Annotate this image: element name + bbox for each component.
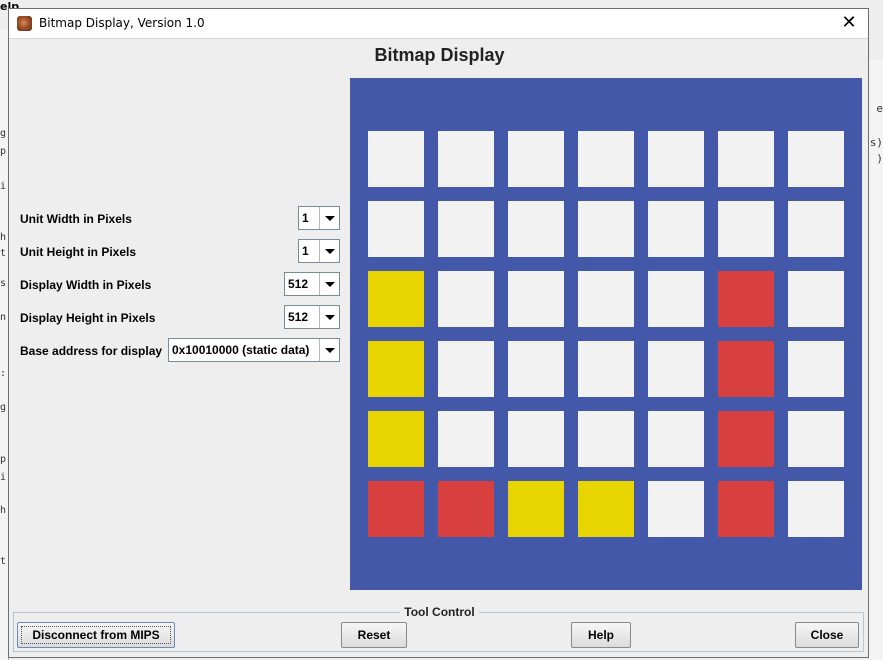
background-right-edge bbox=[869, 60, 883, 660]
bitmap-unit-white bbox=[788, 131, 844, 187]
display-height-select[interactable]: 512 bbox=[284, 305, 340, 329]
unit-width-value: 1 bbox=[302, 211, 309, 225]
base-address-value: 0x10010000 (static data) bbox=[172, 343, 310, 357]
base-address-label: Base address for display bbox=[20, 344, 163, 358]
bitmap-unit-red bbox=[718, 271, 774, 327]
bitmap-unit-red bbox=[438, 481, 494, 537]
bitmap-unit-white bbox=[508, 131, 564, 187]
bitmap-unit-white bbox=[438, 201, 494, 257]
bitmap-unit-white bbox=[788, 201, 844, 257]
bitmap-unit-yellow bbox=[578, 481, 634, 537]
chevron-down-icon[interactable] bbox=[319, 306, 339, 328]
background-glyph: h bbox=[0, 232, 7, 243]
title-bar[interactable]: Bitmap Display, Version 1.0 ✕ bbox=[9, 9, 868, 39]
app-icon bbox=[17, 16, 32, 31]
bitmap-unit-yellow bbox=[368, 271, 424, 327]
page-title: Bitmap Display bbox=[374, 45, 505, 65]
bitmap-unit-red bbox=[718, 341, 774, 397]
bitmap-unit-white bbox=[648, 271, 704, 327]
chevron-down-icon[interactable] bbox=[319, 339, 339, 361]
unit-height-label: Unit Height in Pixels bbox=[20, 245, 137, 259]
bitmap-unit-white bbox=[508, 201, 564, 257]
bitmap-unit-white bbox=[788, 271, 844, 327]
bitmap-unit-red bbox=[718, 411, 774, 467]
close-icon[interactable]: ✕ bbox=[836, 11, 862, 35]
background-glyph: p bbox=[0, 454, 7, 465]
unit-height-value: 1 bbox=[302, 244, 309, 258]
unit-width-select[interactable]: 1 bbox=[298, 206, 340, 230]
bitmap-unit-white bbox=[578, 271, 634, 327]
bitmap-unit-white bbox=[578, 411, 634, 467]
bitmap-unit-red bbox=[718, 481, 774, 537]
display-width-label: Display Width in Pixels bbox=[20, 278, 152, 292]
bitmap-unit-white bbox=[788, 481, 844, 537]
background-glyph: i bbox=[0, 181, 7, 192]
reset-button-label: Reset bbox=[357, 628, 391, 642]
bitmap-unit-white bbox=[648, 131, 704, 187]
display-width-value: 512 bbox=[288, 277, 309, 291]
help-button-label: Help bbox=[587, 628, 614, 642]
disconnect-button[interactable]: Disconnect from MIPS bbox=[17, 622, 175, 648]
bitmap-unit-white bbox=[578, 131, 634, 187]
bitmap-unit-yellow bbox=[368, 341, 424, 397]
bitmap-unit-yellow bbox=[508, 481, 564, 537]
tool-control-legend-wrap: Tool Control bbox=[9, 605, 870, 619]
bitmap-unit-white bbox=[508, 271, 564, 327]
bitmap-unit-white bbox=[508, 411, 564, 467]
help-button[interactable]: Help bbox=[571, 622, 631, 648]
bitmap-unit-red bbox=[368, 481, 424, 537]
unit-width-label: Unit Width in Pixels bbox=[20, 212, 132, 226]
unit-height-select[interactable]: 1 bbox=[298, 239, 340, 263]
focus-ring bbox=[21, 626, 171, 644]
bitmap-unit-white bbox=[368, 201, 424, 257]
bitmap-unit-white bbox=[788, 411, 844, 467]
close-button-label: Close bbox=[810, 628, 844, 642]
chevron-down-icon[interactable] bbox=[319, 207, 339, 229]
background-glyph: e bbox=[876, 102, 883, 115]
bitmap-unit-yellow bbox=[368, 411, 424, 467]
bitmap-unit-white bbox=[508, 341, 564, 397]
bitmap-unit-white bbox=[438, 341, 494, 397]
bitmap-unit-white bbox=[718, 131, 774, 187]
background-glyph: g bbox=[0, 402, 7, 413]
bitmap-unit-white bbox=[648, 341, 704, 397]
background-glyph: h bbox=[0, 505, 7, 516]
bitmap-unit-white bbox=[438, 271, 494, 327]
bitmap-display-dialog: Bitmap Display, Version 1.0 ✕ Bitmap Dis… bbox=[8, 8, 869, 658]
background-glyph: n bbox=[0, 312, 7, 323]
display-height-label: Display Height in Pixels bbox=[20, 311, 156, 325]
bitmap-unit-white bbox=[648, 481, 704, 537]
tool-control-legend: Tool Control bbox=[400, 605, 479, 619]
background-glyph: ) bbox=[876, 152, 883, 165]
bitmap-unit-white bbox=[438, 131, 494, 187]
bitmap-unit-white bbox=[648, 201, 704, 257]
bitmap-unit-white bbox=[788, 341, 844, 397]
background-glyph: p bbox=[0, 146, 7, 157]
bitmap-unit-white bbox=[368, 131, 424, 187]
background-glyph: i bbox=[0, 472, 7, 483]
background-glyph: t bbox=[0, 556, 7, 567]
bitmap-unit-white bbox=[648, 411, 704, 467]
chevron-down-icon[interactable] bbox=[319, 240, 339, 262]
display-width-select[interactable]: 512 bbox=[284, 272, 340, 296]
chevron-down-icon[interactable] bbox=[319, 273, 339, 295]
base-address-select[interactable]: 0x10010000 (static data) bbox=[168, 338, 340, 362]
reset-button[interactable]: Reset bbox=[341, 622, 407, 648]
bitmap-canvas bbox=[350, 78, 862, 590]
bitmap-unit-white bbox=[578, 201, 634, 257]
background-glyph: g bbox=[0, 128, 7, 139]
background-glyph: t bbox=[0, 248, 7, 259]
display-height-value: 512 bbox=[288, 310, 309, 324]
background-glyph: : bbox=[0, 368, 7, 379]
window-title: Bitmap Display, Version 1.0 bbox=[39, 16, 205, 30]
background-glyph: s bbox=[0, 278, 7, 289]
bitmap-unit-white bbox=[718, 201, 774, 257]
bitmap-unit-white bbox=[578, 341, 634, 397]
background-glyph: s) bbox=[869, 136, 883, 149]
bitmap-unit-white bbox=[438, 411, 494, 467]
close-button[interactable]: Close bbox=[795, 622, 859, 648]
